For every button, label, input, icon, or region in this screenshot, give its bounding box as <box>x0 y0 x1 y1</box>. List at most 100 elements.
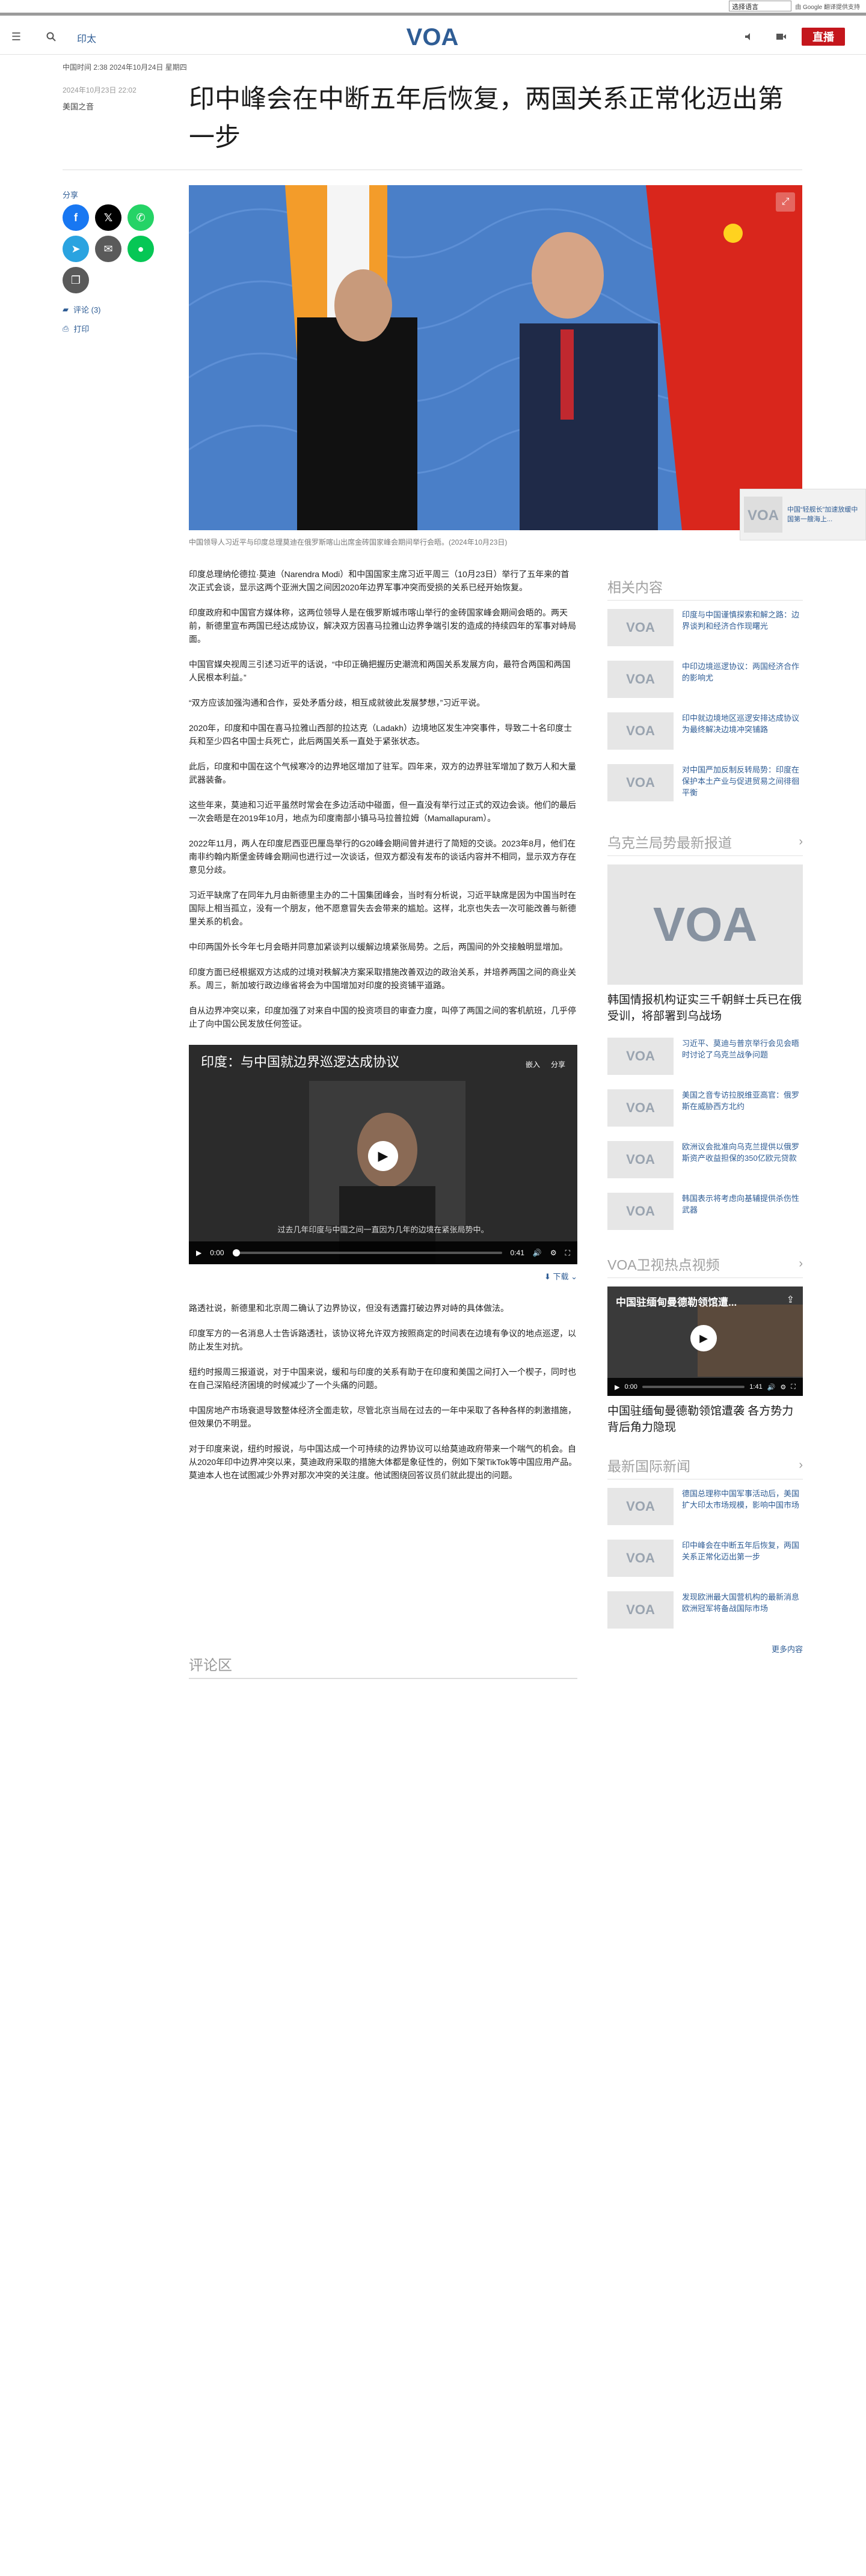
embed-button[interactable]: 嵌入 <box>526 1058 540 1071</box>
list-item[interactable]: VOA 美国之音专访拉脱维亚高官：俄罗斯在威胁西方北约 <box>607 1089 803 1127</box>
lead-thumbnail[interactable]: VOA <box>607 864 803 985</box>
menu-icon[interactable]: ☰ <box>8 29 24 44</box>
video-share-button[interactable]: 分享 <box>551 1058 565 1071</box>
list-item-title: 印中峰会在中断五年后恢复，两国关系正常化迈出第一步 <box>682 1541 800 1561</box>
audio-icon[interactable] <box>741 29 757 44</box>
download-icon: ⬇ <box>544 1272 553 1281</box>
paragraph: 纽约时报周三报道说，对于中国来说，缓和与印度的关系有助于在印度和美国之间打入一个… <box>189 1367 576 1390</box>
telegram-share-icon[interactable]: ➤ <box>63 236 89 262</box>
time-start: 0:00 <box>210 1249 224 1257</box>
fullscreen-icon[interactable]: ⤢ <box>776 192 795 212</box>
dateline: 中国时间 2:38 2024年10月24日 星期四 <box>63 63 187 72</box>
paragraph: 印度政府和中国官方媒体称，这两位领导人是在俄罗斯城市喀山举行的金砖国家峰会期间会… <box>189 608 576 644</box>
list-item[interactable]: VOA 发现欧洲最大国营机构的最新消息 欧洲冠军将备战国际市场 <box>607 1591 803 1629</box>
download-link[interactable]: ⬇ 下载 ⌄ <box>189 1270 577 1283</box>
paragraph: 这些年来，莫迪和习近平虽然时常会在多边活动中碰面，但一直没有举行过正式的双边会谈… <box>189 800 576 823</box>
list-item-title: 印中就边境地区巡逻安排达成协议 为最终解决边境冲突铺路 <box>682 714 800 734</box>
list-item[interactable]: VOA 中印边境巡逻协议：两国经济合作的影响尤 <box>607 661 803 698</box>
settings-icon[interactable]: ⚙ <box>550 1246 557 1259</box>
lead-story-title[interactable]: 韩国情报机构证实三千朝鲜士兵已在俄受训，将部署到乌战场 <box>607 992 803 1024</box>
facebook-share-icon[interactable]: f <box>63 204 89 231</box>
search-icon[interactable] <box>43 29 59 44</box>
sidebar-video-player[interactable]: 中国驻缅甸曼德勒领馆遭... ⇪ ▶ ▶ 0:00 1:41 🔊 ⚙ ⛶ <box>607 1286 803 1396</box>
copy-link-icon[interactable]: ❐ <box>63 267 89 293</box>
list-item[interactable]: VOA 印中就边境地区巡逻安排达成协议 为最终解决边境冲突铺路 <box>607 712 803 750</box>
chevron-right-icon: › <box>799 834 803 848</box>
voa-thumb-icon: VOA <box>607 1488 674 1525</box>
list-item-title: 印度与中国谨慎探索和解之路：边界谈判和经济合作现曙光 <box>682 610 800 631</box>
article-title: 印中峰会在中断五年后恢复，两国关系正常化迈出第一步 <box>189 85 784 152</box>
world-news-title[interactable]: 最新国际新闻 › <box>607 1455 803 1479</box>
svg-text:VOA: VOA <box>748 507 779 522</box>
related-title-text: 相关内容 <box>607 580 663 595</box>
share-icon[interactable]: ⇪ <box>787 1294 794 1306</box>
paragraph: 中印两国外长今年七月会晤并同意加紧谈判以缓解边境紧张局势。之后，两国间的外交接触… <box>189 942 568 952</box>
download-label: 下载 <box>553 1272 569 1281</box>
whatsapp-share-icon[interactable]: ✆ <box>127 204 154 231</box>
volume-icon[interactable]: 🔊 <box>533 1246 542 1259</box>
video-player[interactable]: 印度：与中国就边界巡逻达成协议 嵌入 分享 ▶ 过去几年印度与中国之间一直因为几… <box>189 1045 577 1264</box>
live-button[interactable]: 直播 <box>802 28 845 46</box>
world-news-section: 最新国际新闻 › VOA 德国总理称中国军事活动后，美国扩大印太市场规模，影响中国市… <box>607 1455 803 1654</box>
list-item[interactable]: VOA 德国总理称中国军事活动后，美国扩大印太市场规模，影响中国市场 <box>607 1488 803 1525</box>
play-icon[interactable]: ▶ <box>690 1325 717 1351</box>
more-link[interactable]: 更多内容 <box>607 1643 803 1654</box>
voa-thumb-icon: VOA <box>607 1141 674 1178</box>
ukraine-title[interactable]: 乌克兰局势最新报道 › <box>607 831 803 856</box>
list-item[interactable]: VOA 印中峰会在中断五年后恢复，两国关系正常化迈出第一步 <box>607 1540 803 1577</box>
print-link[interactable]: ⎙ 打印 <box>63 323 89 334</box>
settings-icon[interactable]: ⚙ <box>780 1383 786 1391</box>
paragraph: 2022年11月，两人在印度尼西亚巴厘岛举行的G20峰会期间曾并进行了简短的交谈… <box>189 839 576 875</box>
progress-track[interactable] <box>642 1386 745 1388</box>
comments-link[interactable]: ▰ 评论 (3) <box>63 304 101 315</box>
x-share-icon[interactable]: 𝕏 <box>95 204 121 231</box>
paragraph: 此后，印度和中国在这个气候寒冷的边界地区增加了驻军。四年来，双方的边界驻军增加了… <box>189 762 576 785</box>
paragraph: 印度总理纳伦德拉·莫迪（Narendra Modi）和中国国家主席习近平周三（1… <box>189 569 570 592</box>
paragraph: 对于印度来说，纽约时报说，与中国达成一个可持续的边界协议可以给莫迪政府带来一个喘… <box>189 1444 577 1480</box>
list-item[interactable]: VOA 印度与中国谨慎探索和解之路：边界谈判和经济合作现曙光 <box>607 609 803 646</box>
share-label: 分享 <box>63 191 79 200</box>
paragraph: 印度方面已经根据双方达成的过境对秩解决方案采取措施改善双边的政治关系，并培养两国… <box>189 967 576 990</box>
video-controls: ▶ 0:00 0:41 🔊 ⚙ ⛶ <box>189 1241 577 1264</box>
video-section-title[interactable]: VOA卫视热点视频 › <box>607 1253 803 1278</box>
volume-icon[interactable]: 🔊 <box>767 1383 776 1391</box>
fullscreen-video-icon[interactable]: ⛶ <box>565 1246 570 1259</box>
video-icon[interactable] <box>773 29 789 44</box>
video-section: VOA卫视热点视频 › 中国驻缅甸曼德勒领馆遭... ⇪ ▶ ▶ 0:00 1:4… <box>607 1253 803 1449</box>
language-select[interactable]: 选择语言 <box>729 1 792 11</box>
email-share-icon[interactable]: ✉ <box>95 236 121 262</box>
paragraph: 习近平缺席了在同年九月由新德里主办的二十国集团峰会，当时有分析说，习近平缺席是因… <box>189 890 576 926</box>
voa-thumb-icon: VOA <box>607 609 674 646</box>
paragraph: 2020年，印度和中国在喜马拉雅山西部的拉达克（Ladakh）边境地区发生冲突事… <box>189 723 573 746</box>
list-item[interactable]: VOA 韩国表示将考虑向基辅提供杀伤性武器 <box>607 1193 803 1230</box>
sidebar-video-caption[interactable]: 中国驻缅甸曼德勒领馆遭袭 各方势力背后角力隐现 <box>607 1403 803 1436</box>
floating-video-card[interactable]: VOA 中国“轻舰长”加速放缓中国第一艘海上... <box>740 489 866 540</box>
list-item[interactable]: VOA 对中国严加反制反转局势：印度在保护本土产业与促进贸易之间徘徊平衡 <box>607 764 803 801</box>
voa-logo[interactable]: VOA <box>402 23 462 50</box>
play-control-icon[interactable]: ▶ <box>615 1383 619 1391</box>
print-link-label: 打印 <box>73 325 90 334</box>
hero-photo: ⤢ <box>189 185 802 530</box>
fullscreen-video-icon[interactable]: ⛶ <box>791 1383 796 1391</box>
play-icon[interactable]: ▶ <box>368 1141 398 1171</box>
list-item[interactable]: VOA 欧洲议会批准向乌克兰提供以俄罗斯资产收益担保的350亿欧元贷款 <box>607 1141 803 1178</box>
top-bar: 选择语言 由 Google 翻译提供支持 <box>0 0 866 16</box>
list-item-title: 中印边境巡逻协议：两国经济合作的影响尤 <box>682 662 800 682</box>
list-item[interactable]: VOA 习近平、莫迪与普京举行会见会晤时讨论了乌克兰战争问题 <box>607 1038 803 1075</box>
related-title: 相关内容 <box>607 576 803 601</box>
voa-thumb-icon: VOA <box>607 1540 674 1577</box>
play-control-icon[interactable]: ▶ <box>196 1246 201 1259</box>
list-item-title: 德国总理称中国军事活动后，美国扩大印太市场规模，影响中国市场 <box>682 1489 800 1510</box>
region-link[interactable]: 印太 <box>77 31 96 45</box>
voa-thumb-icon: VOA <box>607 1591 674 1629</box>
video-subtitle: 过去几年印度与中国之间一直因为几年的边境在紧张局势中。 <box>277 1225 489 1234</box>
video-section-title-text: VOA卫视热点视频 <box>607 1257 720 1273</box>
progress-track[interactable] <box>232 1249 502 1256</box>
voa-thumb-icon: VOA <box>607 764 674 801</box>
paragraph: 路透社说，新德里和北京周二确认了边界协议，但没有透露打破边界对峙的具体做法。 <box>189 1303 509 1313</box>
paragraph: 印度军方的一名消息人士告诉路透社，该协议将允许双方按照商定的时间表在边境有争议的… <box>189 1329 576 1351</box>
line-share-icon[interactable]: ● <box>127 236 154 262</box>
photo-caption: 中国领导人习近平与印度总理莫迪在俄罗斯喀山出席金砖国家峰会期间举行会晤。(202… <box>189 538 508 546</box>
time-start: 0:00 <box>624 1383 637 1390</box>
voa-thumb-icon: VOA <box>607 712 674 750</box>
